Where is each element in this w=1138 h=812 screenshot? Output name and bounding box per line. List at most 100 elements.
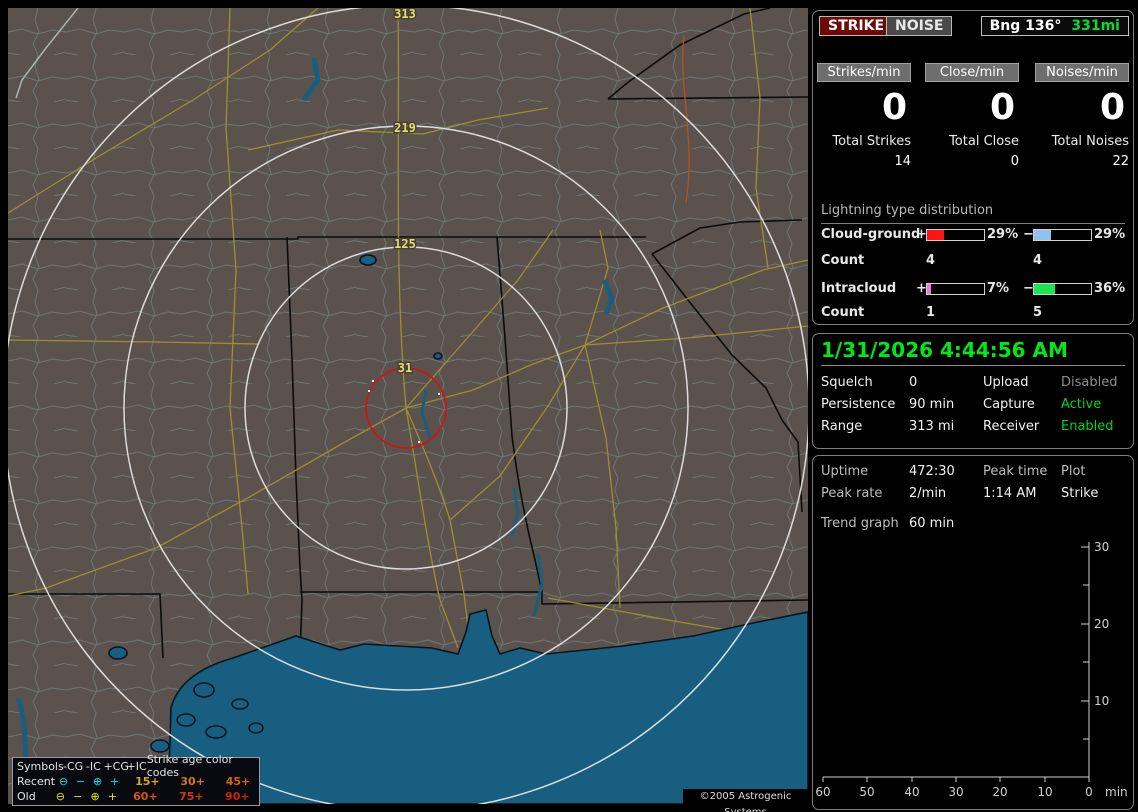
cg-minus-count: 4 (1033, 253, 1043, 268)
total-strikes-label: Total Strikes (832, 134, 911, 149)
cg-plus-bar (926, 229, 985, 241)
close-counter-column: Close/min 0 Total Close 0 (925, 63, 1019, 169)
stats-grid: Uptime 472:30 Peak time Plot Peak rate 2… (821, 464, 1129, 501)
legend-col-neg-cg: -CG (63, 759, 84, 773)
total-noises-value: 22 (1112, 154, 1129, 169)
capture-status: Active (1061, 397, 1102, 412)
plot-label: Plot (1061, 464, 1086, 479)
x-tick-10: 10 (1037, 785, 1052, 799)
neg-cg-old-icon: ⊖ (55, 789, 65, 803)
uptime-value: 472:30 (909, 464, 955, 479)
receiver-status: Enabled (1061, 419, 1114, 434)
count-label: Count (821, 305, 865, 320)
ring-label-31: 31 (398, 361, 412, 375)
capture-label: Capture (983, 397, 1035, 412)
upload-status: Disabled (1061, 375, 1118, 390)
noises-per-min-chip[interactable]: Noises/min (1035, 63, 1129, 82)
cg-minus-pct: 29% (1094, 227, 1126, 242)
x-tick-40: 40 (904, 785, 919, 799)
ic-plus-count: 1 (926, 305, 936, 320)
peak-rate-label: Peak rate (821, 486, 883, 501)
noise-mode-button[interactable]: NOISE (886, 16, 953, 36)
legend-old-row: Old ⊖ − ⊕ + 60+ 75+ 90+ (13, 789, 259, 803)
trend-graph: 30 20 10 60 50 40 30 20 10 0 min (815, 540, 1127, 799)
distribution-title: Lightning type distribution (821, 203, 1125, 224)
ring-label-125: 125 (394, 237, 416, 251)
age-75: 75+ (179, 789, 204, 803)
strikes-counter-column: Strikes/min 0 Total Strikes 14 (817, 63, 911, 169)
bearing-badge: Bng 136° 331mi (980, 16, 1129, 36)
ic-plus-bar (926, 283, 985, 295)
y-tick-20: 20 (1094, 617, 1109, 631)
trend-graph-value: 60 min (909, 516, 955, 531)
cloud-ground-label: Cloud-ground (821, 227, 921, 242)
squelch-value: 0 (909, 375, 918, 390)
age-60: 60+ (133, 789, 158, 803)
trend-axes (822, 542, 1090, 782)
trend-axis-labels: 30 20 10 60 50 40 30 20 10 0 min (815, 540, 1127, 799)
strikes-per-min-chip[interactable]: Strikes/min (817, 63, 911, 82)
cg-plus-pct: 29% (987, 227, 1019, 242)
status-panel: 1/31/2026 4:44:56 AM Squelch 0 Upload Di… (812, 333, 1134, 449)
x-tick-30: 30 (948, 785, 963, 799)
receiver-label: Receiver (983, 419, 1040, 434)
intracloud-row: Intracloud + 7% − 36% (813, 281, 1133, 297)
close-per-min-chip[interactable]: Close/min (925, 63, 1019, 82)
legend-col-pos-cg: +CG (103, 759, 129, 773)
x-axis-unit: min (1105, 785, 1128, 799)
peak-time-value: 1:14 AM (983, 486, 1037, 501)
pos-ic-old-icon: + (107, 789, 118, 803)
age-15: 15+ (135, 774, 160, 788)
trend-graph-setting: Trend graph 60 min (821, 516, 954, 531)
bearing-distance: 331mi (1071, 18, 1120, 34)
cloud-ground-count-row: Count 4 4 (813, 253, 1133, 269)
range-value: 313 mi (909, 419, 955, 434)
symbols-legend: Symbols -CG -IC +CG +IC Strike age color… (12, 753, 260, 806)
y-tick-10: 10 (1094, 694, 1109, 708)
noises-per-min-value: 0 (1099, 87, 1125, 128)
neg-ic-recent-icon: − (75, 774, 86, 788)
ring-label-219: 219 (394, 121, 416, 135)
age-45: 45+ (225, 774, 251, 788)
cloud-ground-row: Cloud-ground + 29% − 29% (813, 227, 1133, 243)
range-label: Range (821, 419, 863, 434)
copyright-text: ©2005 Astrogenic Systems (683, 789, 808, 812)
intracloud-label: Intracloud (821, 281, 897, 296)
map-view[interactable]: 313 219 125 31 Symbols -CG -IC +CG +IC S… (8, 8, 808, 812)
cg-minus-bar (1033, 229, 1092, 241)
legend-col-neg-ic: -IC (85, 759, 101, 773)
ic-minus-bar (1033, 283, 1092, 295)
datetime-display: 1/31/2026 4:44:56 AM (821, 338, 1068, 362)
counters-panel: STRIKE NOISE Bng 136° 331mi Strikes/min 0… (812, 10, 1134, 325)
bearing-label: Bng 136° (989, 18, 1062, 34)
status-grid: Squelch 0 Upload Disabled Persistence 90… (821, 375, 1129, 434)
x-tick-50: 50 (859, 785, 874, 799)
ic-plus-pct: 7% (987, 281, 1010, 296)
divider (821, 365, 1125, 366)
legend-old-label: Old (17, 789, 36, 803)
upload-label: Upload (983, 375, 1029, 390)
pos-ic-recent-icon: + (109, 774, 120, 788)
lightning-tracker-window: { "header": { "strike_button": "STRIKE",… (0, 0, 1138, 812)
uptime-label: Uptime (821, 464, 869, 479)
total-noises-label: Total Noises (1051, 134, 1129, 149)
legend-col-pos-ic: +IC (126, 759, 147, 773)
total-close-label: Total Close (949, 134, 1019, 149)
age-90: 90+ (225, 789, 250, 803)
close-per-min-value: 0 (989, 87, 1015, 128)
x-tick-60: 60 (815, 785, 830, 799)
legend-recent-row: Recent ⊖ − ⊕ + 15+ 30+ 45+ (13, 774, 259, 788)
total-close-value: 0 (1010, 154, 1019, 169)
ic-minus-pct: 36% (1094, 281, 1126, 296)
ic-minus-count: 5 (1033, 305, 1043, 320)
intracloud-count-row: Count 1 5 (813, 305, 1133, 321)
x-tick-0: 0 (1085, 785, 1093, 799)
peak-rate-value: 2/min (909, 486, 947, 501)
count-label: Count (821, 253, 865, 268)
stats-panel: Uptime 472:30 Peak time Plot Peak rate 2… (812, 455, 1134, 810)
strikes-per-min-value: 0 (881, 87, 907, 128)
strike-mode-button[interactable]: STRIKE (819, 16, 894, 36)
ring-label-313: 313 (394, 8, 416, 21)
persistence-label: Persistence (821, 397, 896, 412)
legend-recent-label: Recent (17, 774, 56, 788)
